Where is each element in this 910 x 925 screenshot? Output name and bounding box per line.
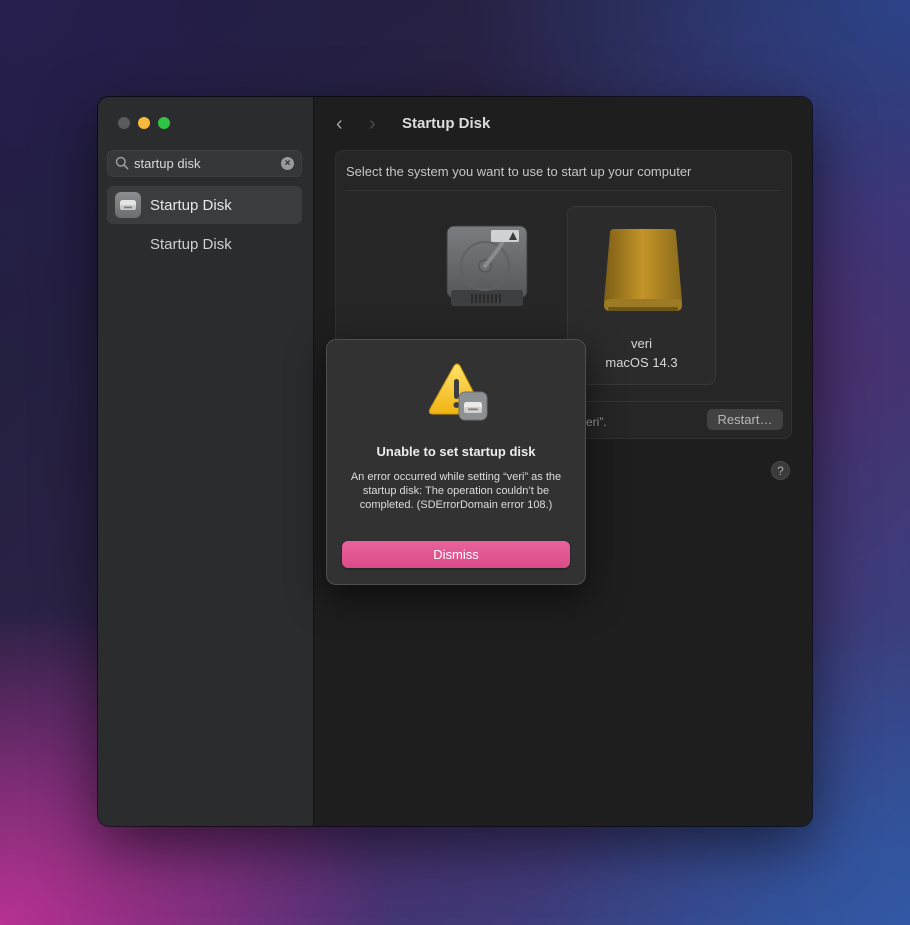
search-input[interactable]: startup disk	[134, 156, 200, 171]
clear-search-icon[interactable]: ×	[281, 157, 294, 170]
disk-tile-veri[interactable]: veri macOS 14.3	[567, 206, 716, 385]
sidebar-subitem-startup-disk[interactable]: Startup Disk	[150, 236, 232, 253]
traffic-lights	[118, 117, 170, 129]
forward-button[interactable]: ›	[369, 113, 376, 136]
divider	[346, 190, 781, 191]
zoom-window-button[interactable]	[158, 117, 170, 129]
status-text: eri”.	[586, 415, 607, 429]
search-field[interactable]: startup disk ×	[107, 150, 302, 177]
sidebar-item-label: Startup Disk	[150, 197, 232, 214]
dismiss-button[interactable]: Dismiss	[342, 541, 570, 568]
panel-prompt: Select the system you want to use to sta…	[346, 164, 692, 179]
help-button[interactable]: ?	[771, 461, 790, 480]
disk-name: veri	[631, 336, 652, 351]
error-alert-dialog: Unable to set startup disk An error occu…	[326, 339, 586, 585]
search-icon	[115, 156, 129, 170]
internal-hdd-icon[interactable]	[445, 224, 529, 310]
page-title: Startup Disk	[402, 115, 491, 132]
alert-title: Unable to set startup disk	[376, 444, 536, 459]
external-drive-icon	[604, 229, 682, 311]
warning-icon	[428, 363, 488, 421]
close-window-button[interactable]	[118, 117, 130, 129]
startup-disk-icon	[115, 192, 141, 218]
back-button[interactable]: ‹	[336, 113, 343, 136]
alert-message: An error occurred while setting “veri” a…	[350, 471, 562, 511]
sidebar: startup disk × Startup Disk Startup Disk	[98, 97, 314, 826]
restart-button[interactable]: Restart…	[707, 409, 783, 430]
disk-os-version: macOS 14.3	[605, 355, 678, 370]
sidebar-item-startup-disk[interactable]: Startup Disk	[107, 186, 302, 224]
minimize-window-button[interactable]	[138, 117, 150, 129]
